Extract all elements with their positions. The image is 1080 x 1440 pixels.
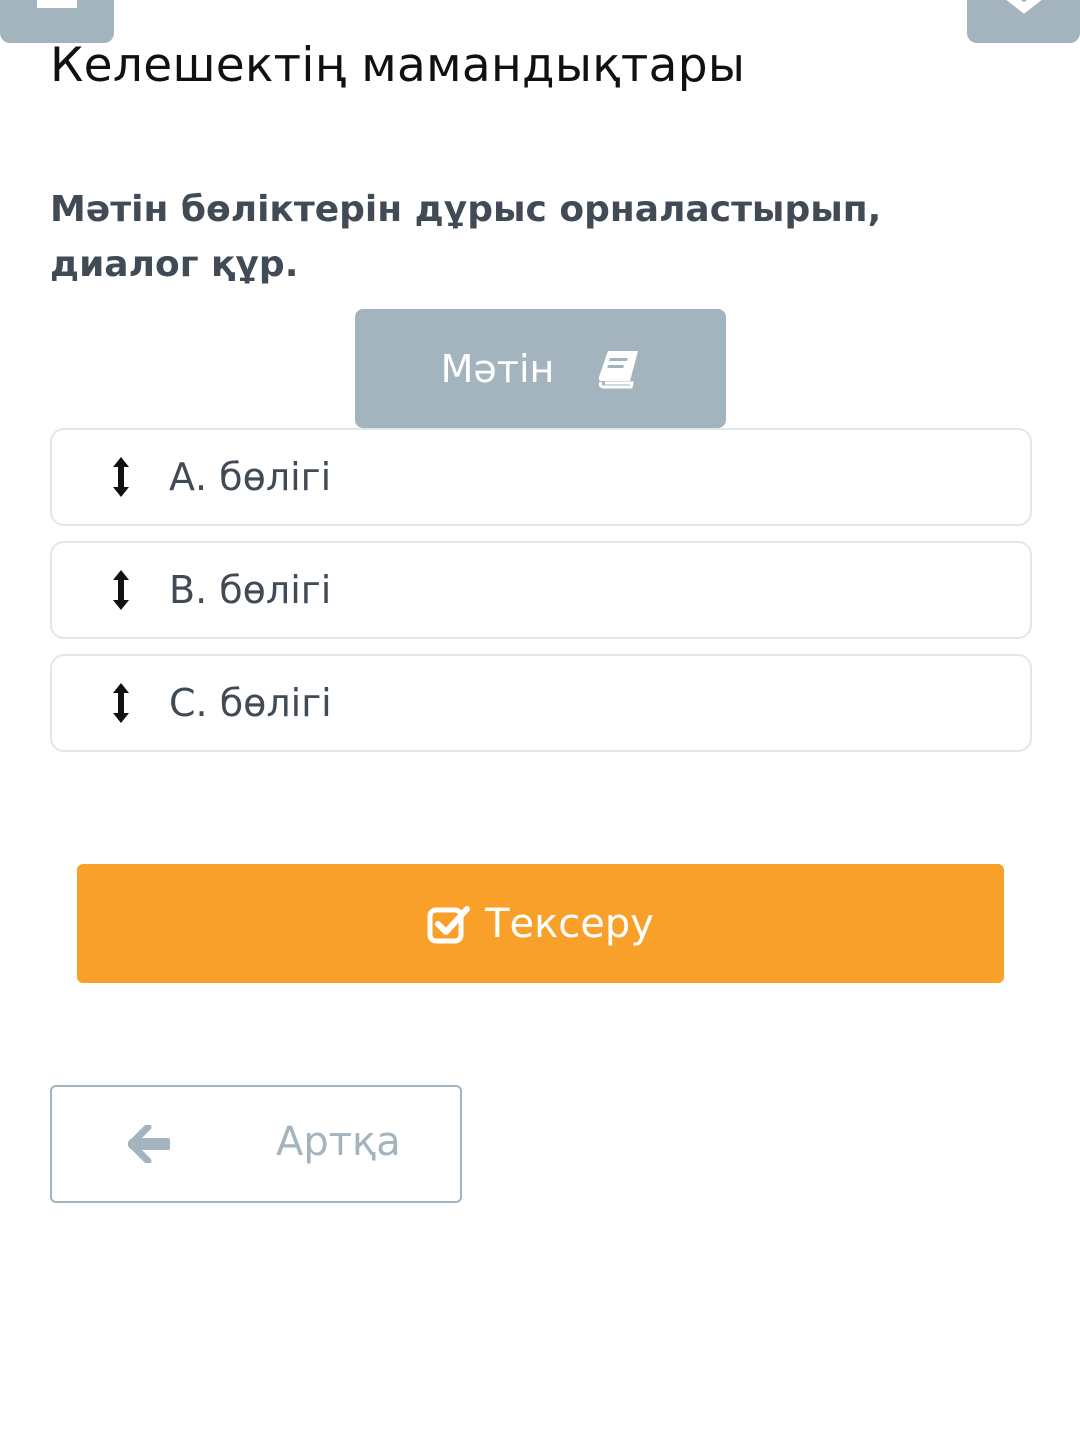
back-button[interactable]: Артқа (50, 1085, 462, 1203)
sortable-list: А. бөлігі В. бөлігі С. бөлігі (50, 428, 1032, 767)
sortable-item-a[interactable]: А. бөлігі (50, 428, 1032, 526)
sortable-item-label: В. бөлігі (169, 568, 332, 612)
text-button[interactable]: Мәтін (355, 309, 726, 428)
text-button-label: Мәтін (440, 346, 555, 391)
sortable-item-b[interactable]: В. бөлігі (50, 541, 1032, 639)
page-title: Келешектің мамандықтары (50, 38, 746, 93)
sortable-item-label: С. бөлігі (169, 681, 332, 725)
book-icon (599, 350, 639, 388)
page: Келешектің мамандықтары Мәтін бөліктерін… (0, 0, 1080, 1440)
check-button-label: Тексеру (485, 900, 654, 947)
back-button-label: Артқа (276, 1119, 401, 1165)
sortable-item-c[interactable]: С. бөлігі (50, 654, 1032, 752)
menu-icon (37, 0, 77, 8)
close-icon (1005, 0, 1042, 14)
drag-vertical-icon[interactable] (108, 456, 134, 498)
menu-button[interactable] (0, 0, 114, 43)
task-instruction: Мәтін бөліктерін дұрыс орналастырып, диа… (50, 189, 882, 285)
drag-vertical-icon[interactable] (108, 682, 134, 724)
checkbox-icon (427, 905, 471, 943)
sortable-item-label: А. бөлігі (169, 455, 332, 499)
check-button[interactable]: Тексеру (77, 864, 1004, 983)
arrow-left-icon (128, 1125, 170, 1163)
drag-vertical-icon[interactable] (108, 569, 134, 611)
close-button[interactable] (967, 0, 1080, 43)
